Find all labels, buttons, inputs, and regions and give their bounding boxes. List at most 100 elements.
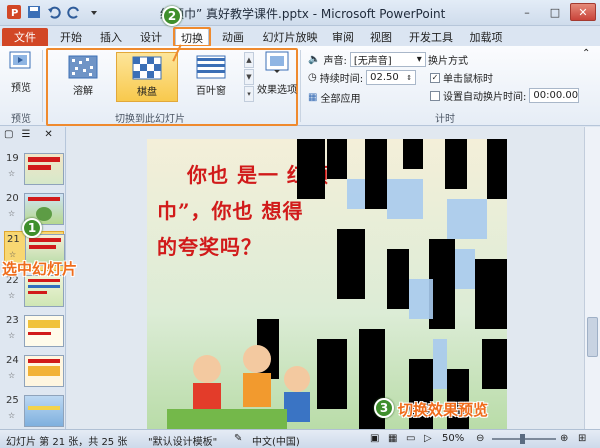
slide-thumbnail[interactable]: 23 ☆ <box>4 313 64 353</box>
separator <box>300 50 301 122</box>
stepper-icon: ⇕ <box>406 73 413 82</box>
outline-tab-icon[interactable]: ☰ <box>21 129 30 140</box>
close-button[interactable]: ✕ <box>570 3 596 21</box>
tab-file[interactable]: 文件 <box>2 28 48 46</box>
zoom-slider[interactable] <box>492 434 556 444</box>
gallery-scroll: ▲ ▼ ▾ <box>244 52 254 104</box>
minimize-button[interactable]: – <box>514 3 540 21</box>
timing-group-label: 计时 <box>435 114 455 125</box>
apply-all-label: 全部应用 <box>320 94 361 105</box>
slideshow-icon[interactable]: ▷ <box>424 433 432 444</box>
auto-after-input[interactable]: 00:00.00 <box>529 88 580 103</box>
normal-view-icon[interactable]: ▣ <box>370 433 379 444</box>
window-title: 红领巾” 真好教学课件.pptx - Microsoft PowerPoint <box>160 7 446 21</box>
chevron-down-icon: ▾ <box>416 54 422 65</box>
duration-row: ◷ 持续时间: 02.50 ⇕ <box>308 70 417 85</box>
quick-access-toolbar: P <box>6 4 102 20</box>
preview-group-label: 预览 <box>11 114 31 125</box>
duration-input[interactable]: 02.50 ⇕ <box>366 70 417 85</box>
close-pane-icon[interactable]: ✕ <box>44 129 52 140</box>
ribbon-collapse-icon[interactable]: ⌃ <box>582 48 590 59</box>
slide-count: 幻灯片 第 21 张，共 25 张 <box>6 437 128 448</box>
checkerboard-icon <box>132 56 162 80</box>
ribbon: 预览 预览 溶解 棋盘 百叶窗 ▲ ▼ ▾ 切换到此幻灯片 效果选项 🔈 声音: <box>0 46 600 126</box>
fit-window-icon[interactable]: ⊞ <box>578 433 586 444</box>
zoom-level[interactable]: 50% <box>442 433 464 444</box>
slide-number: 24 <box>6 355 19 366</box>
slide-thumb-image <box>24 315 64 347</box>
zoom-in-icon[interactable]: ⊕ <box>560 433 568 444</box>
sound-dropdown[interactable]: [无声音] ▾ <box>349 52 426 67</box>
transition-gallery: 溶解 棋盘 百叶窗 <box>52 52 242 104</box>
apply-all-button[interactable]: ▦ 全部应用 <box>308 90 360 105</box>
annotation-badge-1: 1 <box>22 218 42 238</box>
undo-icon[interactable] <box>46 4 62 20</box>
tab-view[interactable]: 视图 <box>366 28 396 46</box>
customize-toolbar-icon[interactable] <box>86 4 102 20</box>
sound-icon: 🔈 <box>308 54 321 65</box>
spellcheck-icon[interactable]: ✎ <box>234 433 242 444</box>
vertical-scrollbar[interactable] <box>584 127 600 429</box>
slide-number: 20 <box>6 193 19 204</box>
slide-thumbnail[interactable]: 19 ☆ <box>4 151 64 191</box>
annotation-badge-3: 3 <box>374 398 394 418</box>
save-icon[interactable] <box>26 4 42 20</box>
effect-options-icon <box>264 50 290 77</box>
sound-label: 声音: <box>323 56 347 67</box>
scroll-thumb[interactable] <box>587 317 598 357</box>
advance-slide-heading: 换片方式 <box>428 52 468 67</box>
slide-number: 19 <box>6 153 19 164</box>
on-click-label: 单击鼠标时 <box>443 74 493 85</box>
slide-number: 21 <box>7 234 20 245</box>
preview-label: 预览 <box>11 83 31 94</box>
slide-number: 23 <box>6 315 19 326</box>
tab-developer[interactable]: 开发工具 <box>406 28 456 46</box>
transition-blinds[interactable]: 百叶窗 <box>180 52 242 102</box>
zoom-out-icon[interactable]: ⊖ <box>476 433 484 444</box>
transition-star-icon: ☆ <box>8 331 16 340</box>
annotation-select-slide: 选中幻灯片 <box>2 260 78 278</box>
slide-sorter-icon[interactable]: ▦ <box>388 433 397 444</box>
separator <box>42 50 43 122</box>
slide-thumb-image <box>24 395 64 427</box>
status-bar: 幻灯片 第 21 张，共 25 张 "默认设计模板" ✎ 中文(中国) ▣ ▦ … <box>0 429 600 448</box>
transition-dissolve[interactable]: 溶解 <box>52 52 114 102</box>
current-slide[interactable]: 你也 是一 红领 巾”，你也 想得 的夸奖吗？ <box>147 139 507 429</box>
tab-animations[interactable]: 动画 <box>218 28 248 46</box>
slide-thumbnail[interactable]: 24 ☆ <box>4 353 64 393</box>
maximize-button[interactable]: □ <box>542 3 568 21</box>
auto-after-row: 设置自动换片时间: 00:00.00 <box>430 88 580 103</box>
tab-addins[interactable]: 加载项 <box>466 28 506 46</box>
apply-all-icon: ▦ <box>308 92 318 103</box>
reading-view-icon[interactable]: ▭ <box>406 433 415 444</box>
tab-home[interactable]: 开始 <box>56 28 86 46</box>
transition-group-label: 切换到此幻灯片 <box>115 114 185 125</box>
transition-star-icon: ☆ <box>8 209 16 218</box>
auto-after-checkbox[interactable] <box>430 90 440 101</box>
on-click-row: ✓ 单击鼠标时 <box>430 70 493 85</box>
slides-tab-icon[interactable]: ▢ <box>4 129 13 140</box>
slide-thumbnail[interactable]: 25 ☆ <box>4 393 64 433</box>
on-click-checkbox[interactable]: ✓ <box>430 72 440 83</box>
tab-review[interactable]: 审阅 <box>328 28 358 46</box>
redo-icon[interactable] <box>66 4 82 20</box>
language[interactable]: 中文(中国) <box>252 433 300 448</box>
title-bar: P 红领巾” 真好教学课件.pptx - Microsoft PowerPoin… <box>0 0 600 26</box>
preview-button[interactable]: 预览 <box>6 50 36 102</box>
duration-value: 02.50 <box>370 72 399 83</box>
transition-blinds-label: 百叶窗 <box>196 86 226 97</box>
preview-icon <box>9 50 33 75</box>
gallery-more[interactable]: ▾ <box>244 86 254 102</box>
powerpoint-logo-icon[interactable]: P <box>6 4 22 20</box>
transition-star-icon: ☆ <box>8 291 16 300</box>
gallery-scroll-up[interactable]: ▲ <box>244 52 254 68</box>
annotation-preview-effect: 切换效果预览 <box>398 401 489 419</box>
tab-slide-show[interactable]: 幻灯片放映 <box>258 28 322 46</box>
tab-design[interactable]: 设计 <box>136 28 166 46</box>
slide-thumbnail[interactable]: 22 ☆ <box>4 273 64 313</box>
tab-insert[interactable]: 插入 <box>96 28 126 46</box>
transition-checkerboard[interactable]: 棋盘 <box>116 52 178 102</box>
effect-options-button[interactable]: 效果选项 <box>257 50 297 104</box>
gallery-scroll-down[interactable]: ▼ <box>244 69 254 85</box>
ribbon-tabs: 文件 开始 插入 设计 切换 动画 幻灯片放映 审阅 视图 开发工具 加载项 <box>0 26 600 46</box>
